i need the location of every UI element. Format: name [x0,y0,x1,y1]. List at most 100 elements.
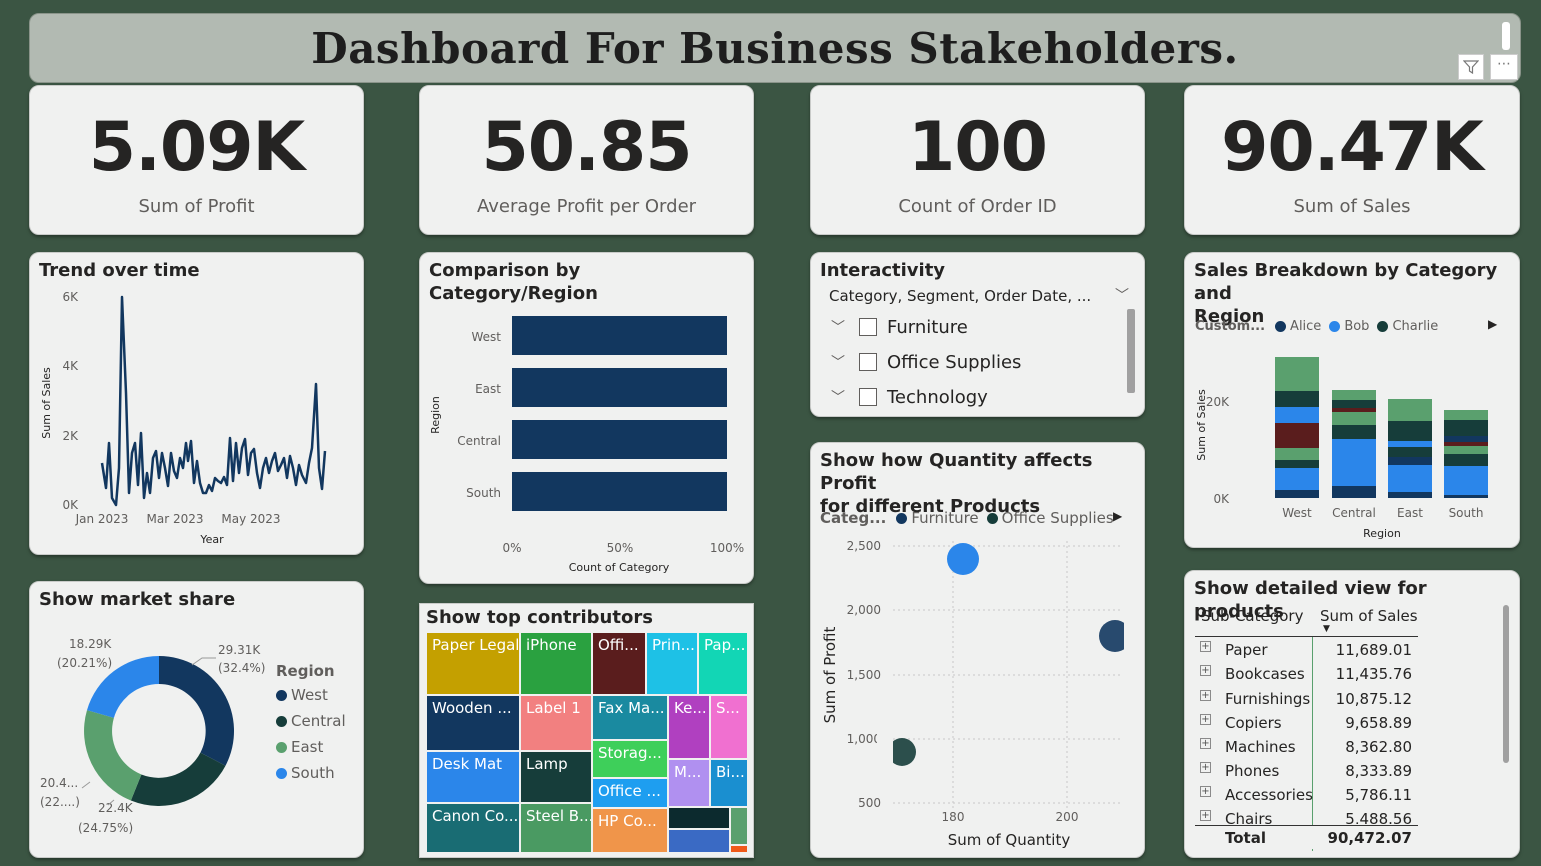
slicer-dropdown[interactable]: Category, Segment, Order Date, ... ﹀ [829,287,1129,309]
x-tick: 180 [942,810,965,824]
y-tick: 2,500 [847,539,881,553]
y-tick: 2K [62,429,79,443]
table-row[interactable]: + Paper 11,689.01 [1195,638,1418,662]
treemap-cell[interactable]: S... [710,695,748,759]
sales-breakdown-card[interactable]: Sales Breakdown by Category and Region Cu… [1184,252,1520,548]
detail-card[interactable]: Show detailed view for products Sub-Cate… [1184,570,1520,858]
treemap-cell[interactable]: Ke... [668,695,710,759]
treemap-cell[interactable]: Paper Legal [426,632,520,695]
chevron-down-icon[interactable]: ﹀ [831,352,851,372]
treemap-cell[interactable] [730,807,748,845]
chevron-down-icon[interactable]: ﹀ [831,387,851,407]
slicer-scrollbar[interactable] [1127,309,1135,393]
x-tick: 200 [1056,810,1079,824]
column-header-sales[interactable]: Sum of Sales [1320,607,1418,625]
checkbox[interactable] [859,388,877,406]
x-axis-title: Sum of Quantity [948,831,1071,849]
expand-icon: + [1200,714,1211,725]
detail-scrollbar[interactable] [1503,605,1509,763]
trend-line [100,295,327,507]
slicer-item-office-supplies[interactable]: ﹀ Office Supplies [831,347,1021,377]
table-row[interactable]: + Copiers 9,658.89 [1195,711,1418,735]
treemap-cell[interactable]: Desk Mat [426,751,520,803]
chevron-down-icon[interactable]: ﹀ [1115,285,1129,305]
y-tick: South [466,486,501,500]
slicer-item-furniture[interactable]: ﹀ Furniture [831,312,968,342]
y-tick: East [475,382,501,396]
x-tick: 0% [502,541,521,555]
comparison-card[interactable]: Comparison by Category/Region Region Wes… [419,252,754,584]
treemap-cell[interactable]: HP Co... [592,808,668,853]
y-axis-title: Sum of Profit [821,627,839,724]
treemap-cell[interactable]: Canon Co... [426,803,520,853]
x-axis-title: Region [1363,527,1401,540]
treemap-cell[interactable]: iPhone [520,632,592,695]
comparison-chart: Region West East Central South 0% 50% 10… [429,316,744,574]
kpi-label: Sum of Profit [138,196,255,217]
interactivity-card[interactable]: Interactivity Category, Segment, Order D… [810,252,1145,417]
treemap-cell[interactable]: Label 1 [520,695,592,751]
scatter-card[interactable]: Show how Quantity affects Profit for diff… [810,442,1145,858]
label-east-value: 20.4... [40,776,78,790]
top-contributors-title: Show top contributors [426,607,653,628]
treemap-cell[interactable] [668,807,730,829]
trend-card[interactable]: Trend over time 6K 4K 2K 0K Sum of Sales… [29,252,364,555]
label-east-pct: (22....) [40,795,80,809]
treemap-cell[interactable]: Storag... [592,740,668,778]
x-tick: West [1282,506,1312,520]
scroll-handle[interactable] [1502,22,1510,50]
filter-icon[interactable] [1458,54,1484,80]
y-tick: 1,500 [847,668,881,682]
detail-header: Sub-Category Sum of Sales ▼ [1195,603,1418,637]
table-row[interactable]: + Accessories 5,786.11 [1195,783,1418,807]
y-tick: Central [457,434,501,448]
treemap-cell[interactable]: Bi... [710,759,748,807]
checkbox[interactable] [859,353,877,371]
treemap-cell[interactable]: Fax Ma... [592,695,668,740]
table-row[interactable]: + Chairs 5,488.56 [1195,807,1418,824]
slicer-item-technology[interactable]: ﹀ Technology [831,382,988,412]
y-tick: 500 [858,796,881,810]
x-axis-title: Year [199,533,224,546]
treemap-cell[interactable]: Steel B... [520,803,592,853]
expand-icon: + [1200,762,1211,773]
treemap-cell[interactable]: M... [668,759,710,807]
kpi-value: 5.09K [88,108,305,187]
y-tick: 1,000 [847,732,881,746]
table-row[interactable]: + Phones 8,333.89 [1195,759,1418,783]
treemap-cell[interactable]: Wooden ... [426,695,520,751]
checkbox[interactable] [859,318,877,336]
sort-desc-icon[interactable]: ▼ [1323,624,1330,634]
table-row[interactable]: + Furnishings 10,875.12 [1195,687,1418,711]
stack-south [1444,410,1488,498]
more-options-icon[interactable]: ⋯ [1490,54,1518,80]
table-row[interactable]: + Machines 8,362.80 [1195,735,1418,759]
y-tick: 0K [1213,492,1230,506]
kpi-card-sales: 90.47K Sum of Sales [1184,85,1520,235]
slice-east [84,710,142,801]
treemap-cell[interactable]: Offi... [592,632,646,695]
slicer-item-label: Technology [887,386,988,408]
stack-central [1332,390,1376,498]
treemap-cell[interactable]: Lamp [520,751,592,803]
trend-chart: 6K 4K 2K 0K Sum of Sales Jan 2023 Mar 20… [40,290,327,546]
expand-icon: + [1200,665,1211,676]
treemap-cell[interactable] [730,845,748,853]
y-tick: 20K [1206,395,1230,409]
top-contributors-card[interactable]: Show top contributors Paper Legal iPhone… [419,603,754,858]
kpi-card-order-count: 100 Count of Order ID [810,85,1145,235]
expand-icon: + [1200,786,1211,797]
market-share-card[interactable]: Show market share 29.31K (32.4%) 22.4K (… [29,581,364,858]
treemap-cell[interactable] [668,829,730,853]
table-row[interactable]: + Bookcases 11,435.76 [1195,662,1418,686]
treemap-cell[interactable]: Pap... [698,632,748,695]
chevron-down-icon[interactable]: ﹀ [831,317,851,337]
treemap-cell[interactable]: Prin... [646,632,698,695]
interactivity-title: Interactivity [820,260,946,281]
treemap-cell[interactable]: Office ... [592,778,668,808]
sales-breakdown-chart: Sum of Sales 20K 0K West Central East So… [1195,357,1488,540]
kpi-value: 90.47K [1221,108,1484,187]
dashboard-title-bar: Dashboard For Business Stakeholders. ⋯ [29,13,1521,83]
y-tick: 6K [62,290,79,304]
column-header-subcategory[interactable]: Sub-Category [1201,607,1303,625]
